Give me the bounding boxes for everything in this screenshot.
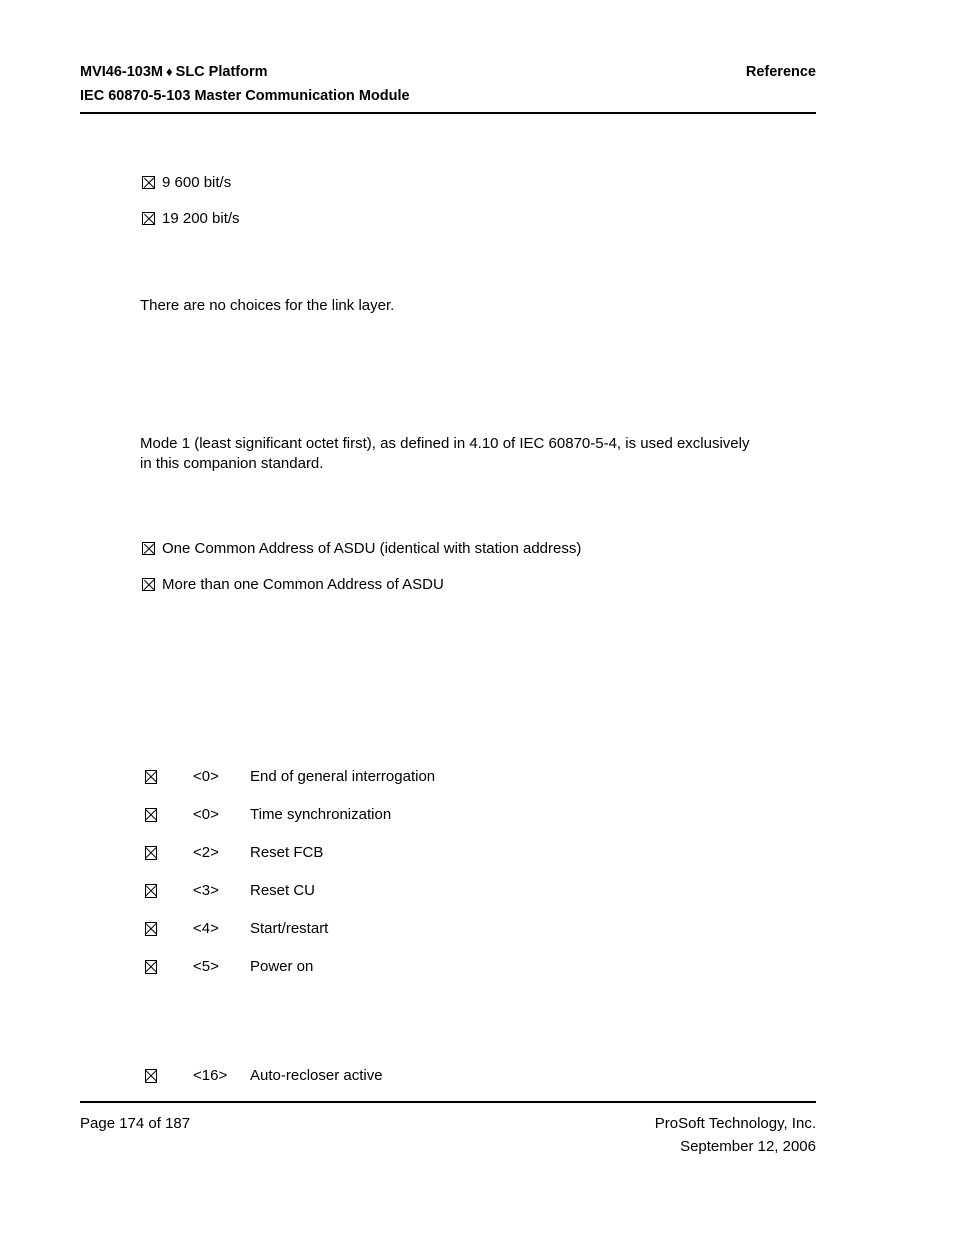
checkbox-checked-icon[interactable] [142, 542, 155, 555]
list-item[interactable]: 19 200 bit/s [142, 209, 240, 229]
information-number-code: <3> [193, 882, 219, 899]
information-number-description: End of general interrogation [250, 768, 436, 785]
list-item-label: 9 600 bit/s [162, 174, 232, 191]
information-number-list-secondary: <16> Auto-recloser active [145, 1066, 765, 1089]
checkbox-cell[interactable] [145, 767, 193, 790]
checkbox-cell[interactable] [145, 957, 193, 980]
list-item[interactable]: One Common Address of ASDU (identical wi… [142, 539, 581, 559]
page-footer: Page 174 of 187 ProSoft Technology, Inc.… [80, 1112, 816, 1158]
checkbox-checked-icon[interactable] [145, 770, 157, 784]
information-number-code: <0> [193, 768, 219, 785]
checkbox-checked-icon[interactable] [145, 808, 157, 822]
information-number-description: Start/restart [250, 920, 329, 937]
information-number-code: <0> [193, 806, 219, 823]
checkbox-cell[interactable] [145, 881, 193, 904]
information-number-description: Reset CU [250, 882, 316, 899]
checkbox-checked-icon[interactable] [145, 1069, 157, 1083]
checkbox-cell[interactable] [145, 843, 193, 866]
page-header: MVI46-103M ♦ SLC Platform Reference IEC 60… [80, 60, 816, 108]
diamond-icon: ♦ [166, 64, 173, 79]
list-item-label: More than one Common Address of ASDU [162, 576, 444, 593]
checkbox-cell[interactable] [145, 1066, 193, 1089]
checkbox-checked-icon[interactable] [142, 176, 155, 189]
footer-divider-rule [80, 1101, 816, 1103]
footer-date: September 12, 2006 [680, 1138, 816, 1155]
document-page: MVI46-103M ♦ SLC Platform Reference IEC 60… [0, 0, 954, 1235]
baud-rate-list: 9 600 bit/s 19 200 bit/s [142, 173, 240, 229]
checkbox-cell[interactable] [145, 805, 193, 828]
checkbox-checked-icon[interactable] [145, 960, 157, 974]
table-row[interactable]: <0> Time synchronization [145, 805, 765, 828]
checkbox-checked-icon[interactable] [145, 922, 157, 936]
list-item[interactable]: More than one Common Address of ASDU [142, 575, 581, 595]
footer-page-number: Page 174 of 187 [80, 1115, 191, 1132]
link-layer-paragraph: There are no choices for the link layer. [140, 297, 395, 314]
information-number-description: Auto-recloser active [250, 1067, 383, 1084]
table-row[interactable]: <2> Reset FCB [145, 843, 765, 866]
information-number-code: <16> [193, 1067, 228, 1084]
list-item[interactable]: 9 600 bit/s [142, 173, 240, 193]
information-number-list: <0> End of general interrogation <0> Tim… [145, 767, 765, 980]
checkbox-checked-icon[interactable] [142, 212, 155, 225]
header-document-title: MVI46-103M ♦ SLC Platform [80, 60, 268, 84]
table-row[interactable]: <16> Auto-recloser active [145, 1066, 765, 1089]
information-number-code: <4> [193, 920, 219, 937]
header-top-row: MVI46-103M ♦ SLC Platform Reference [80, 60, 816, 84]
table-row[interactable]: <0> End of general interrogation [145, 767, 765, 790]
information-number-description: Time synchronization [250, 806, 392, 823]
header-subtitle: IEC 60870-5-103 Master Communication Mod… [80, 88, 410, 104]
information-number-description: Reset FCB [250, 844, 324, 861]
transmission-mode-paragraph: Mode 1 (least significant octet first), … [140, 435, 750, 472]
checkbox-cell[interactable] [145, 919, 193, 942]
footer-company-name: ProSoft Technology, Inc. [654, 1115, 816, 1132]
table-row[interactable]: <4> Start/restart [145, 919, 765, 942]
table-row[interactable]: <5> Power on [145, 957, 765, 980]
common-address-list: One Common Address of ASDU (identical wi… [142, 539, 581, 595]
checkbox-checked-icon[interactable] [145, 884, 157, 898]
header-divider-rule [80, 112, 816, 114]
header-platform-name: SLC Platform [175, 64, 268, 80]
information-number-code: <5> [193, 958, 219, 975]
footer-company-block: ProSoft Technology, Inc. September 12, 2… [655, 1112, 816, 1158]
information-number-description: Power on [250, 958, 314, 975]
information-number-code: <2> [193, 844, 219, 861]
table-row[interactable]: <3> Reset CU [145, 881, 765, 904]
list-item-label: 19 200 bit/s [162, 210, 240, 227]
checkbox-checked-icon[interactable] [142, 578, 155, 591]
list-item-label: One Common Address of ASDU (identical wi… [162, 540, 582, 557]
header-product-name: MVI46-103M [80, 64, 164, 80]
header-section-label: Reference [745, 64, 816, 80]
checkbox-checked-icon[interactable] [145, 846, 157, 860]
